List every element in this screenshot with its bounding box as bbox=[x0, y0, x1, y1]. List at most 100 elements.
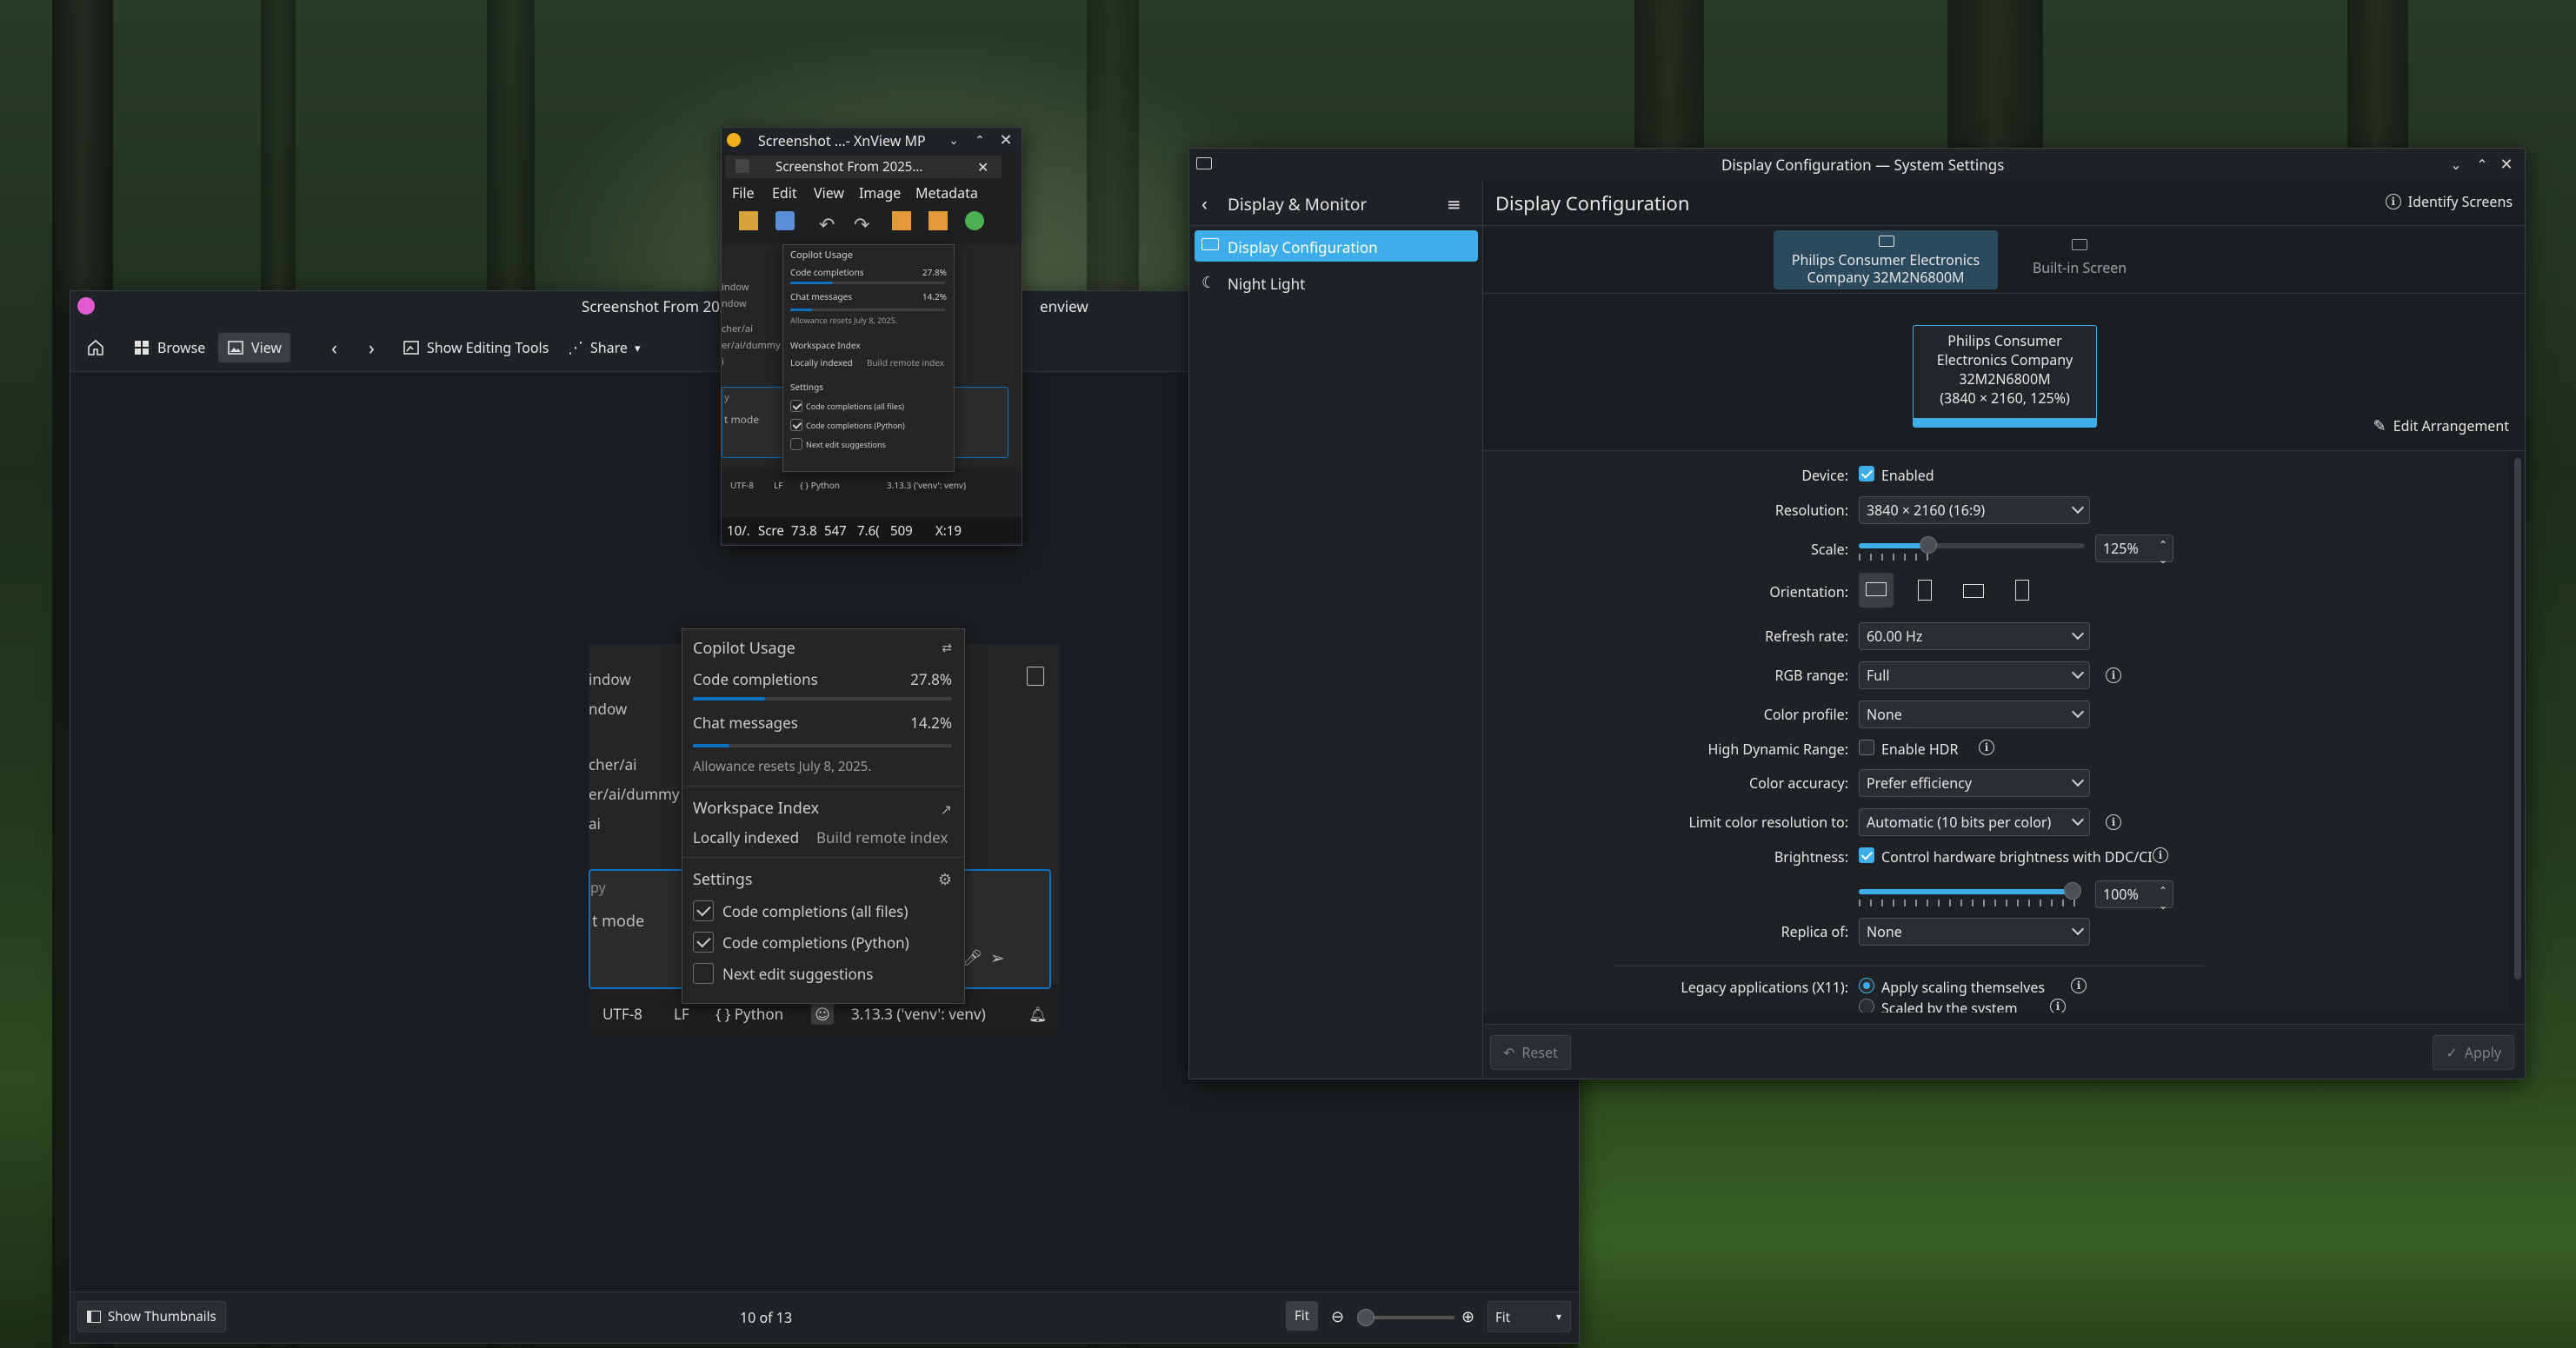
orientation-portrait-flipped-button[interactable] bbox=[2005, 573, 2040, 608]
settings-title: Display Configuration — System Settings bbox=[1721, 155, 2005, 175]
menu-metadata[interactable]: Metadata bbox=[915, 183, 978, 203]
zoom-slider[interactable] bbox=[1357, 1309, 1454, 1326]
show-thumbnails-button[interactable]: Show Thumbnails bbox=[77, 1301, 226, 1332]
legacy-info-icon[interactable]: i bbox=[2071, 978, 2087, 993]
resize-icon[interactable] bbox=[929, 211, 948, 230]
rgb-info-icon[interactable]: i bbox=[2106, 667, 2121, 683]
xnview-image: indow ndow cher/ai er/ai/dummy i y t mod… bbox=[722, 244, 1022, 501]
menu-edit[interactable]: Edit bbox=[772, 183, 797, 203]
tab-built-in-screen[interactable]: Built-in Screen bbox=[2010, 239, 2149, 282]
mini-settings: Settings bbox=[790, 381, 824, 393]
monitor-box[interactable]: Philips Consumer Electronics Company 32M… bbox=[1913, 325, 2097, 428]
orientation-landscape-button[interactable] bbox=[1859, 573, 1894, 608]
zoom-in-icon[interactable]: ⊕ bbox=[1461, 1306, 1474, 1327]
settings-scrollbar[interactable] bbox=[2514, 458, 2521, 979]
legacy2-info-icon[interactable]: i bbox=[2050, 999, 2066, 1013]
previous-button[interactable]: ‹ bbox=[323, 333, 346, 362]
edit-image-icon bbox=[403, 341, 419, 355]
back-arrow-icon[interactable]: ‹ bbox=[1201, 190, 1208, 216]
label-device: Device: bbox=[1801, 466, 1848, 485]
gwenview-statusbar: Show Thumbnails 10 of 13 Fit ⊖ ⊕ Fit ▾ bbox=[70, 1292, 1579, 1343]
zoom-out-icon[interactable]: ⊖ bbox=[1331, 1306, 1344, 1327]
refresh-rate-select[interactable]: 60.00 Hz bbox=[1859, 622, 2090, 650]
limit-color-info-icon[interactable]: i bbox=[2106, 814, 2121, 830]
menu-file[interactable]: File bbox=[732, 183, 755, 203]
legacy-scaled-system-radio[interactable] bbox=[1859, 999, 1874, 1013]
replica-select[interactable]: None bbox=[1859, 918, 2090, 946]
crop-icon[interactable] bbox=[892, 211, 911, 230]
option-python: Code completions (Python) bbox=[693, 932, 909, 953]
view-button[interactable]: View bbox=[218, 333, 291, 362]
edit-arrangement-button[interactable]: ✎ Edit Arrangement bbox=[2373, 415, 2509, 436]
show-editing-tools-button[interactable]: Show Editing Tools bbox=[394, 333, 557, 362]
scale-slider-knob[interactable] bbox=[1920, 536, 1937, 554]
color-accuracy-select[interactable]: Prefer efficiency bbox=[1859, 769, 2090, 797]
scale-slider[interactable] bbox=[1859, 536, 2085, 561]
menu-image[interactable]: Image bbox=[859, 183, 901, 203]
external-link-icon: ↗ bbox=[940, 800, 952, 819]
hamburger-menu-icon[interactable]: ≡ bbox=[1447, 192, 1461, 216]
close-icon[interactable]: ✕ bbox=[996, 129, 1015, 150]
apply-button[interactable]: ✓ Apply bbox=[2433, 1035, 2514, 1070]
hdr-info-icon[interactable]: i bbox=[1979, 740, 1994, 755]
xnview-titlebar[interactable]: Screenshot ...- XnView MP ⌄ ⌃ ✕ bbox=[722, 128, 1022, 152]
save-icon[interactable] bbox=[775, 211, 795, 230]
scale-spinbox[interactable]: 125% ⌃ ⌄ bbox=[2095, 535, 2173, 567]
next-button[interactable]: › bbox=[360, 333, 383, 362]
xnview-tab[interactable]: Screenshot From 2025... ✕ bbox=[725, 156, 1002, 178]
identify-screens-button[interactable]: i Identify Screens bbox=[2385, 192, 2513, 211]
zoom-select-value: Fit bbox=[1495, 1309, 1511, 1326]
orientation-portrait-button[interactable] bbox=[1907, 573, 1942, 608]
reset-button[interactable]: ↶ Reset bbox=[1490, 1035, 1571, 1070]
maximize-icon[interactable]: ⌃ bbox=[970, 130, 989, 149]
home-button[interactable] bbox=[77, 333, 114, 362]
sidebar-item-display-configuration[interactable]: Display Configuration bbox=[1195, 230, 1478, 262]
ddc-brightness-checkbox[interactable] bbox=[1859, 847, 1874, 863]
limit-color-select[interactable]: Automatic (10 bits per color) bbox=[1859, 808, 2090, 836]
window-menu-icon[interactable] bbox=[1196, 157, 1212, 169]
checkbox-icon bbox=[790, 419, 802, 431]
share-icon: ⋰ bbox=[568, 337, 583, 358]
mini-opt: Next edit suggestions bbox=[790, 438, 886, 450]
browse-button[interactable]: Browse bbox=[124, 333, 214, 362]
gwenview-title-tail: enview bbox=[1040, 296, 1088, 316]
share-button[interactable]: ⋰ Share ▾ bbox=[559, 333, 649, 362]
sidebar-item-night-light[interactable]: ☾ Night Light bbox=[1195, 267, 1478, 298]
hdr-checkbox[interactable] bbox=[1859, 740, 1874, 755]
interpreter: 3.13.3 ('venv': venv) bbox=[851, 1004, 986, 1024]
minimize-icon[interactable]: ⌄ bbox=[2446, 155, 2466, 174]
brightness-spinbox[interactable]: 100% ⌃ ⌄ bbox=[2095, 880, 2173, 913]
fit-button[interactable]: Fit bbox=[1286, 1301, 1319, 1331]
undo-icon[interactable]: ↶ bbox=[819, 211, 835, 237]
brightness-info-icon[interactable]: i bbox=[2153, 847, 2168, 863]
label-scale: Scale: bbox=[1811, 540, 1848, 559]
rgb-range-select[interactable]: Full bbox=[1859, 661, 2090, 689]
redo-icon[interactable]: ↷ bbox=[854, 211, 869, 237]
tab-close-icon[interactable]: ✕ bbox=[977, 157, 988, 176]
color-profile-select[interactable]: None bbox=[1859, 701, 2090, 728]
minimize-icon[interactable]: ⌄ bbox=[944, 130, 963, 149]
tab-philips[interactable]: Philips Consumer Electronics Company 32M… bbox=[1774, 230, 1998, 289]
brightness-slider[interactable] bbox=[1859, 882, 2081, 906]
maximize-icon[interactable]: ⌃ bbox=[2473, 155, 2492, 174]
browser-icon[interactable] bbox=[739, 211, 758, 230]
xnview-window: Screenshot ...- XnView MP ⌄ ⌃ ✕ Screensh… bbox=[721, 127, 1022, 546]
brightness-slider-knob[interactable] bbox=[2064, 882, 2081, 900]
mini-chat-pct: 14.2% bbox=[922, 290, 947, 302]
zoom-select[interactable]: Fit ▾ bbox=[1488, 1301, 1571, 1332]
legacy-apply-scaling-radio[interactable] bbox=[1859, 978, 1874, 993]
zoom-slider-knob[interactable] bbox=[1357, 1309, 1375, 1326]
device-enabled-checkbox[interactable] bbox=[1859, 466, 1874, 481]
xnview-menubar: File Edit View Image Metadata bbox=[722, 182, 1022, 203]
settings-titlebar[interactable]: Display Configuration — System Settings … bbox=[1189, 149, 2525, 180]
close-icon[interactable]: ✕ bbox=[2497, 154, 2516, 175]
menu-view[interactable]: View bbox=[814, 183, 844, 203]
refresh-icon[interactable] bbox=[965, 211, 984, 230]
orientation-flipped-button[interactable] bbox=[1956, 573, 1991, 608]
chevron-right-icon: › bbox=[369, 335, 375, 361]
mini-line: i bbox=[722, 355, 724, 369]
monitor-icon bbox=[1879, 236, 1894, 247]
status-cell: X:19 bbox=[935, 522, 962, 540]
label-replica: Replica of: bbox=[1781, 922, 1848, 941]
resolution-select[interactable]: 3840 × 2160 (16:9) bbox=[1859, 496, 2090, 524]
